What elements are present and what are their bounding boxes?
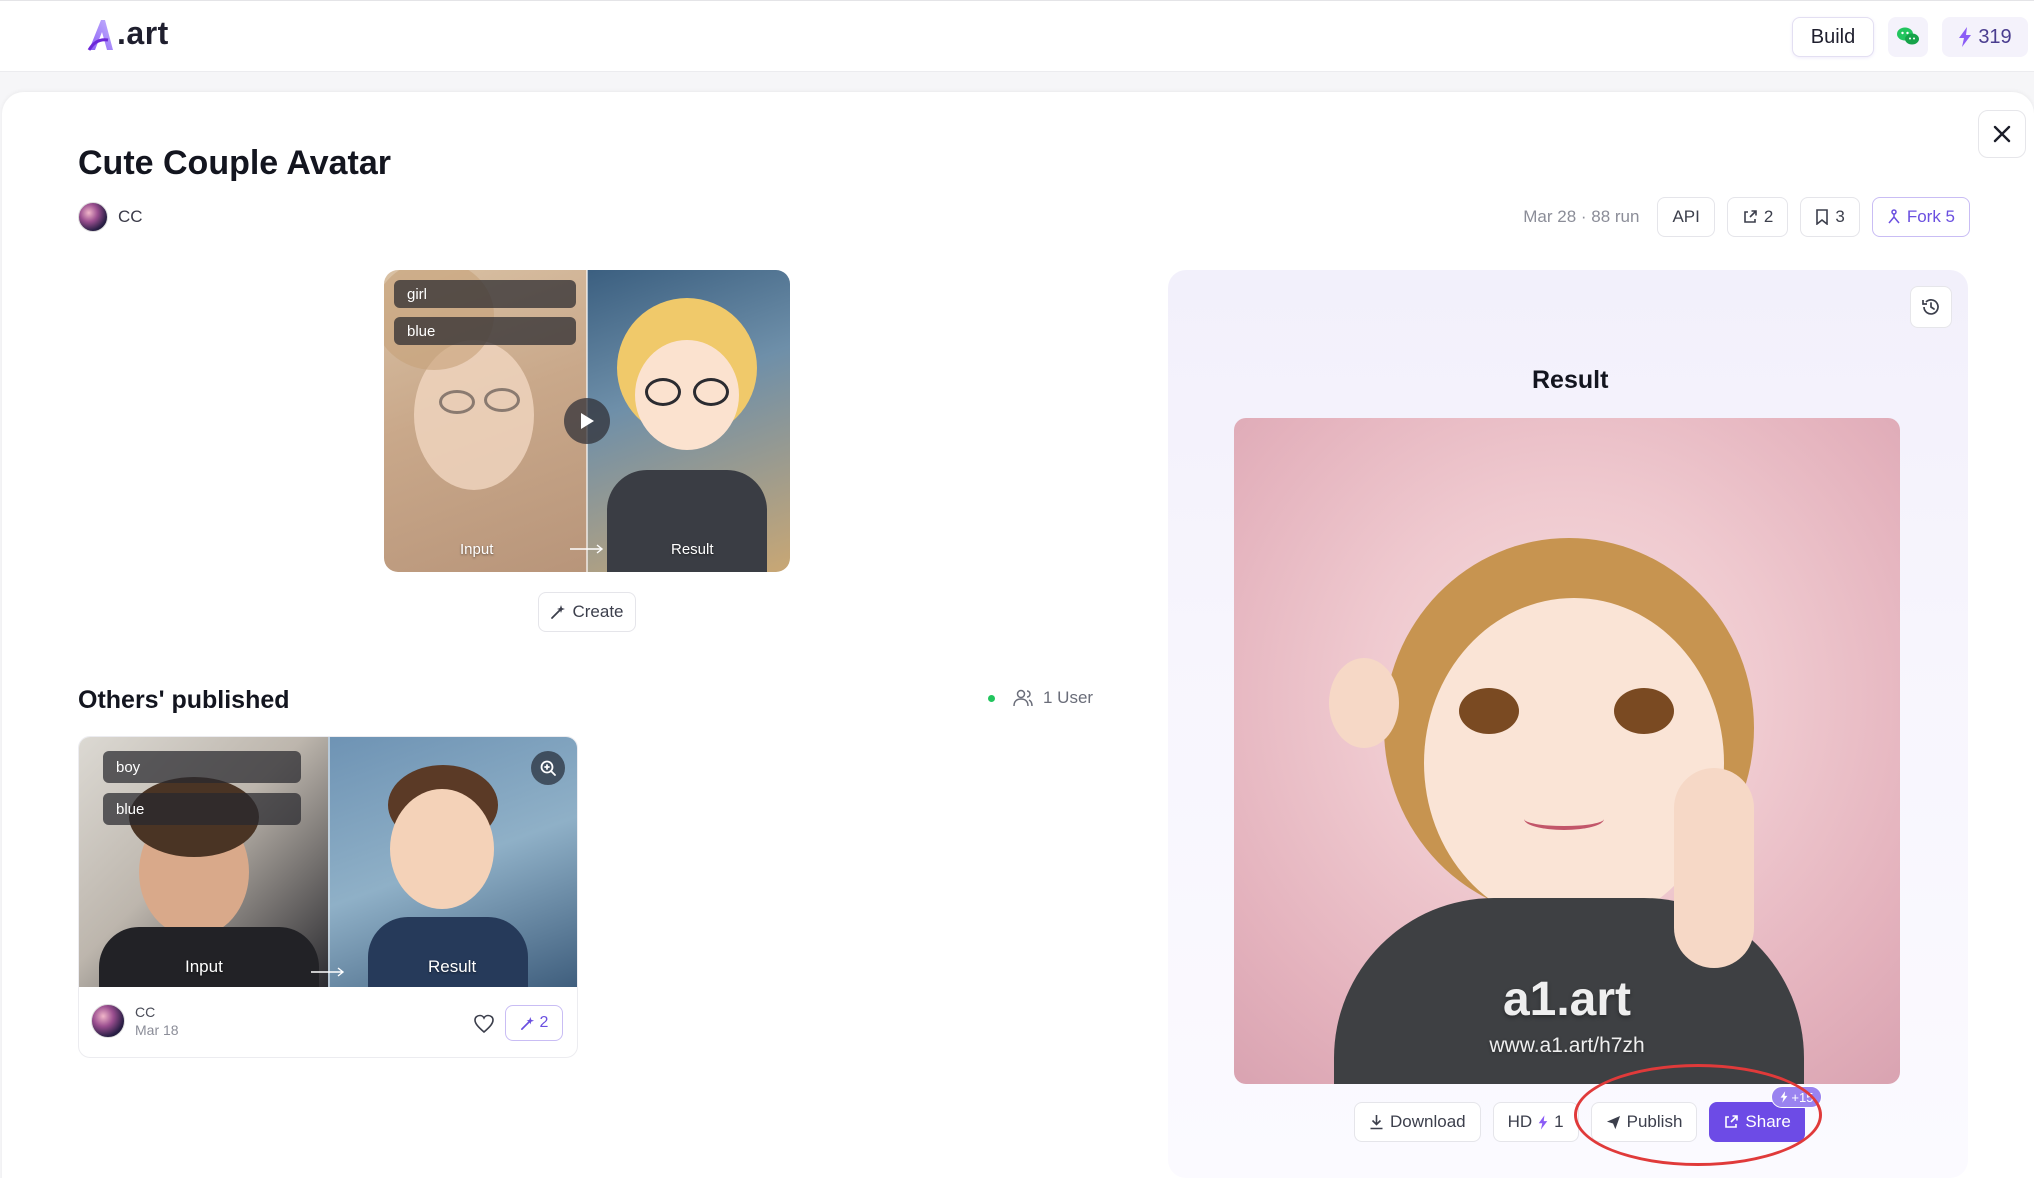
published-input-label: Input: [185, 957, 223, 976]
zoom-button[interactable]: [531, 751, 565, 785]
logo-mark-icon: [87, 19, 113, 51]
bookmark-count: 3: [1835, 207, 1845, 226]
result-illustration: Result: [587, 270, 790, 572]
credits-count: 319: [1978, 25, 2012, 48]
published-result-label: Result: [428, 957, 477, 976]
result-image[interactable]: a1.art www.a1.art/h7zh: [1234, 418, 1900, 1084]
remix-count: 2: [539, 1014, 549, 1031]
share-count-button[interactable]: 2: [1726, 197, 1789, 237]
input-photo: Input: [384, 270, 587, 572]
tag-boy: boy: [103, 751, 301, 783]
api-label: API: [1672, 207, 1700, 226]
meta-row: Mar 28 · 88 run API 2 3 Fork 5: [1523, 197, 1970, 237]
published-arrow-icon: [311, 967, 345, 977]
lightning-icon: [1959, 27, 1972, 47]
fork-icon: [1888, 209, 1900, 224]
download-label: Download: [1390, 1112, 1466, 1131]
watermark-url: www.a1.art/h7zh: [1489, 1034, 1645, 1057]
lightning-icon: [1538, 1114, 1548, 1130]
bookmark-icon: [1816, 209, 1829, 225]
arrow-icon: [570, 544, 604, 554]
published-divider: [328, 737, 330, 987]
hd-cost: 1: [1554, 1112, 1564, 1131]
close-button[interactable]: [1978, 110, 2026, 158]
published-footer: CC Mar 18: [91, 1003, 179, 1039]
published-image: Input Result boy blue: [79, 737, 577, 987]
heart-icon[interactable]: [473, 1013, 495, 1035]
highlight-annotation: [1574, 1064, 1822, 1166]
share-count: 2: [1763, 207, 1774, 226]
zoom-in-icon: [540, 760, 556, 776]
bookmark-button[interactable]: 3: [1800, 197, 1860, 237]
hd-button[interactable]: HD 1: [1492, 1102, 1579, 1142]
others-published-title: Others' published: [78, 686, 290, 714]
result-title: Result: [1532, 366, 1609, 394]
users-icon: [1013, 689, 1033, 707]
create-button[interactable]: Create: [538, 592, 636, 632]
remix-button[interactable]: 2: [505, 1005, 563, 1041]
page-title: Cute Couple Avatar: [78, 144, 391, 182]
magic-wand-icon: [520, 1016, 534, 1030]
download-button[interactable]: Download: [1354, 1102, 1481, 1142]
wechat-button[interactable]: [1888, 17, 1928, 57]
users-count: 1 User: [1043, 688, 1094, 707]
top-bar: .art Build 319: [0, 0, 2034, 72]
published-date: Mar 18: [135, 1022, 179, 1038]
published-card[interactable]: Input Result boy blue CC Mar 18 2: [78, 736, 578, 1058]
logo[interactable]: .art: [86, 15, 169, 52]
published-author: CC: [135, 1004, 156, 1020]
magic-wand-icon: [551, 605, 566, 619]
result-label: Result: [671, 541, 714, 558]
avatar: [78, 202, 108, 232]
close-icon: [1993, 125, 2011, 143]
author-name: CC: [118, 207, 143, 226]
published-meta: CC Mar 18: [135, 1003, 179, 1039]
logo-text: .art: [117, 15, 169, 51]
tag-girl: girl: [394, 280, 576, 308]
published-avatar[interactable]: [91, 1004, 125, 1038]
history-button[interactable]: [1910, 286, 1952, 328]
play-icon: [581, 413, 594, 429]
wechat-icon: [1897, 27, 1919, 45]
tag-blue: blue: [394, 317, 576, 345]
run-meta: Mar 28 · 88 run: [1523, 207, 1640, 226]
input-label: Input: [460, 541, 494, 558]
api-button[interactable]: API: [1657, 197, 1715, 237]
fork-label: Fork 5: [1906, 207, 1955, 226]
users-info: 1 User: [988, 688, 1093, 708]
author[interactable]: CC: [78, 202, 143, 232]
online-dot: [988, 694, 995, 702]
preview-card[interactable]: Input Result girl blue: [384, 270, 790, 572]
watermark-logo: a1.art: [1502, 973, 1632, 1026]
download-icon: [1370, 1115, 1383, 1130]
tag-blue-published: blue: [103, 793, 301, 825]
credits-button[interactable]: 319: [1942, 17, 2028, 57]
hd-label: HD: [1507, 1112, 1533, 1131]
create-label: Create: [572, 602, 624, 621]
build-button[interactable]: Build: [1792, 17, 1874, 57]
share-icon: [1744, 210, 1757, 223]
play-button[interactable]: [564, 398, 610, 444]
history-icon: [1922, 299, 1939, 315]
fork-button[interactable]: Fork 5: [1871, 197, 1970, 237]
